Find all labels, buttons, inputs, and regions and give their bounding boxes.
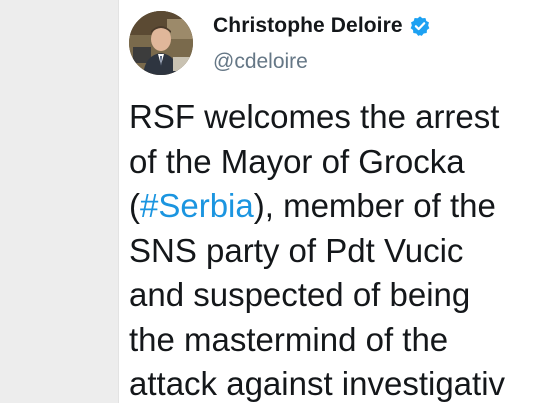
tweet-text-line: RSF welcomes the arrest [129, 98, 500, 135]
author-display-name[interactable]: Christophe Deloire [213, 14, 403, 38]
tweet-text-segment: ), member of the [253, 187, 496, 224]
author-avatar[interactable] [129, 11, 193, 75]
tweet-card: Christophe Deloire @cdeloire RSF welcome… [118, 0, 537, 403]
tweet-text-line: the mastermind of the [129, 320, 449, 358]
tweet-text-line: SNS party of Pdt Vucic [129, 231, 464, 269]
profile-photo-icon [129, 11, 193, 75]
author-name-row: Christophe Deloire [213, 14, 431, 38]
hashtag-link[interactable]: #Serbia [140, 187, 254, 224]
tweet-text: RSF welcomes the arrest of the Mayor of … [129, 95, 537, 403]
author-handle[interactable]: @cdeloire [213, 50, 308, 74]
verified-badge-icon [410, 16, 430, 36]
tweet-text-line: and suspected of being [129, 276, 471, 313]
screenshot-frame: Christophe Deloire @cdeloire RSF welcome… [0, 0, 537, 403]
tweet-text-line: attack against investigativ [129, 365, 506, 402]
tweet-text-line: of the Mayor of Grocka [129, 142, 465, 180]
paren-open: ( [129, 187, 140, 224]
tweet-text-line: (#Serbia), member of the [129, 184, 537, 229]
